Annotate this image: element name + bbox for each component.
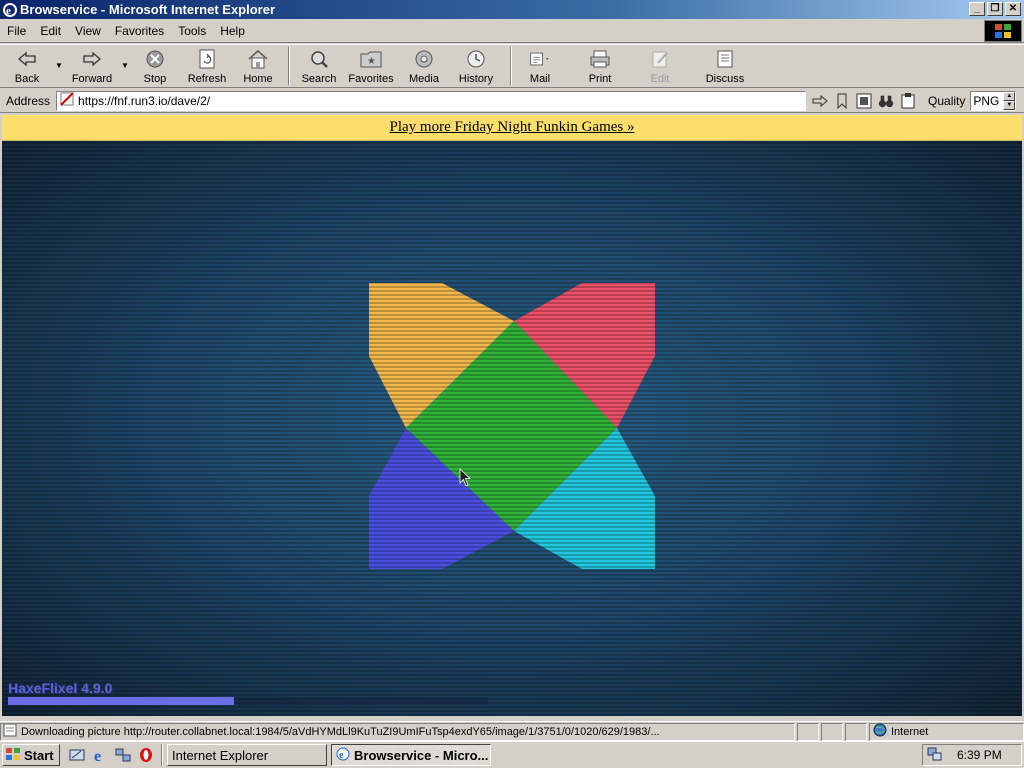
refresh-button[interactable]: Refresh — [180, 45, 234, 87]
network-icon[interactable] — [114, 746, 132, 764]
address-url: https://fnf.run3.io/dave/2/ — [78, 93, 211, 108]
broken-page-icon — [60, 92, 74, 109]
system-tray: 6:39 PM — [922, 744, 1022, 766]
play-more-link[interactable]: Play more Friday Night Funkin Games » — [390, 119, 635, 136]
status-text: Downloading picture http://router.collab… — [21, 725, 660, 738]
home-button[interactable]: Home — [234, 45, 282, 87]
menu-favorites[interactable]: Favorites — [108, 24, 171, 38]
quality-label: Quality — [928, 93, 966, 108]
page-loading-icon — [3, 723, 17, 740]
task-internet-explorer[interactable]: Internet Explorer — [167, 744, 327, 766]
address-label: Address — [6, 93, 51, 108]
status-bar: Downloading picture http://router.collab… — [0, 721, 1024, 741]
discuss-button[interactable]: Discuss — [696, 45, 754, 87]
clipboard-icon[interactable] — [900, 92, 916, 109]
media-icon — [413, 48, 435, 70]
forward-dropdown-icon[interactable]: ▼ — [120, 45, 130, 70]
windows-flag-icon — [5, 747, 21, 764]
ie-launch-icon[interactable]: e — [91, 746, 109, 764]
tray-network-icon[interactable] — [927, 747, 943, 764]
edit-button[interactable]: Edit — [638, 45, 682, 87]
title-bar: e Browservice - Microsoft Internet Explo… — [0, 0, 1024, 19]
back-arrow-icon — [16, 48, 38, 70]
stop-icon — [144, 48, 166, 70]
printer-icon — [589, 48, 611, 70]
quality-value: PNG — [973, 93, 1000, 108]
home-icon — [247, 48, 269, 70]
forward-arrow-icon — [81, 48, 103, 70]
ie-task-icon: e — [336, 747, 350, 764]
address-bar: Address https://fnf.run3.io/dave/2/ Qual… — [0, 89, 1024, 113]
favorites-icon: ★ — [360, 48, 382, 70]
svg-text:e: e — [94, 748, 101, 763]
print-button[interactable]: Print — [570, 45, 630, 87]
quality-spinner[interactable]: ▲ ▼ — [1003, 91, 1016, 110]
quick-launch: e — [68, 746, 155, 764]
restore-button[interactable]: ❐ — [987, 2, 1003, 16]
history-icon — [465, 48, 487, 70]
mail-button[interactable]: Mail — [518, 45, 562, 87]
menu-help[interactable]: Help — [213, 24, 252, 38]
status-cell-1 — [797, 722, 819, 741]
opera-icon[interactable] — [137, 746, 155, 764]
menu-view[interactable]: View — [68, 24, 108, 38]
security-zone: Internet — [869, 722, 1024, 741]
window-title: Browservice - Microsoft Internet Explore… — [20, 2, 276, 17]
bookmark-icon[interactable] — [834, 93, 850, 109]
history-button[interactable]: History — [448, 45, 504, 87]
stop-button[interactable]: Stop — [130, 45, 180, 87]
binoculars-icon[interactable] — [878, 93, 894, 109]
discuss-icon — [714, 48, 736, 70]
taskbar: Start e Internet Explorer e Browservice … — [0, 741, 1024, 768]
internet-globe-icon — [873, 723, 887, 740]
media-button[interactable]: Media — [400, 45, 448, 87]
menu-tools[interactable]: Tools — [171, 24, 213, 38]
toolbar: Back ▼ Forward ▼ Stop Refresh Home Searc… — [0, 44, 1024, 88]
game-canvas[interactable]: HaxeFlixel 4.9.0 — [2, 141, 1022, 716]
edit-icon — [649, 48, 671, 70]
status-cell-3 — [845, 722, 867, 741]
svg-text:★: ★ — [367, 56, 376, 67]
loading-bar — [8, 697, 488, 705]
refresh-icon — [196, 48, 218, 70]
close-button[interactable]: ✕ — [1005, 2, 1021, 16]
forward-button[interactable]: Forward — [64, 45, 120, 87]
show-desktop-icon[interactable] — [68, 746, 86, 764]
menu-bar: File Edit View Favorites Tools Help — [0, 19, 1024, 43]
clock: 6:39 PM — [957, 748, 1002, 762]
engine-label: HaxeFlixel 4.9.0 — [8, 680, 113, 696]
minimize-button[interactable]: _ — [969, 2, 985, 16]
menu-file[interactable]: File — [0, 24, 33, 38]
ie-icon: e — [2, 2, 18, 18]
windows-logo-icon — [984, 20, 1022, 42]
menu-edit[interactable]: Edit — [33, 24, 68, 38]
back-button[interactable]: Back — [0, 45, 54, 87]
scanline-overlay — [2, 141, 1022, 716]
back-dropdown-icon[interactable]: ▼ — [54, 45, 64, 70]
favorites-button[interactable]: ★ Favorites — [342, 45, 400, 87]
status-text-panel: Downloading picture http://router.collab… — [0, 722, 795, 741]
promo-banner: Play more Friday Night Funkin Games » — [2, 115, 1022, 141]
search-icon — [308, 48, 330, 70]
address-input[interactable]: https://fnf.run3.io/dave/2/ — [56, 90, 807, 111]
start-button[interactable]: Start — [2, 744, 60, 766]
svg-text:e: e — [339, 750, 344, 761]
zone-label: Internet — [891, 725, 929, 738]
task-browservice[interactable]: e Browservice - Micro... — [331, 744, 491, 766]
svg-text:e: e — [6, 5, 11, 17]
mouse-cursor-icon — [459, 468, 473, 491]
quality-select[interactable]: PNG ▲ ▼ — [970, 90, 1017, 111]
view-source-icon[interactable] — [856, 93, 872, 109]
search-button[interactable]: Search — [296, 45, 342, 87]
go-arrow-icon[interactable] — [812, 93, 828, 109]
mail-icon — [529, 48, 551, 70]
loading-bar-fill — [8, 697, 234, 705]
status-cell-2 — [821, 722, 843, 741]
